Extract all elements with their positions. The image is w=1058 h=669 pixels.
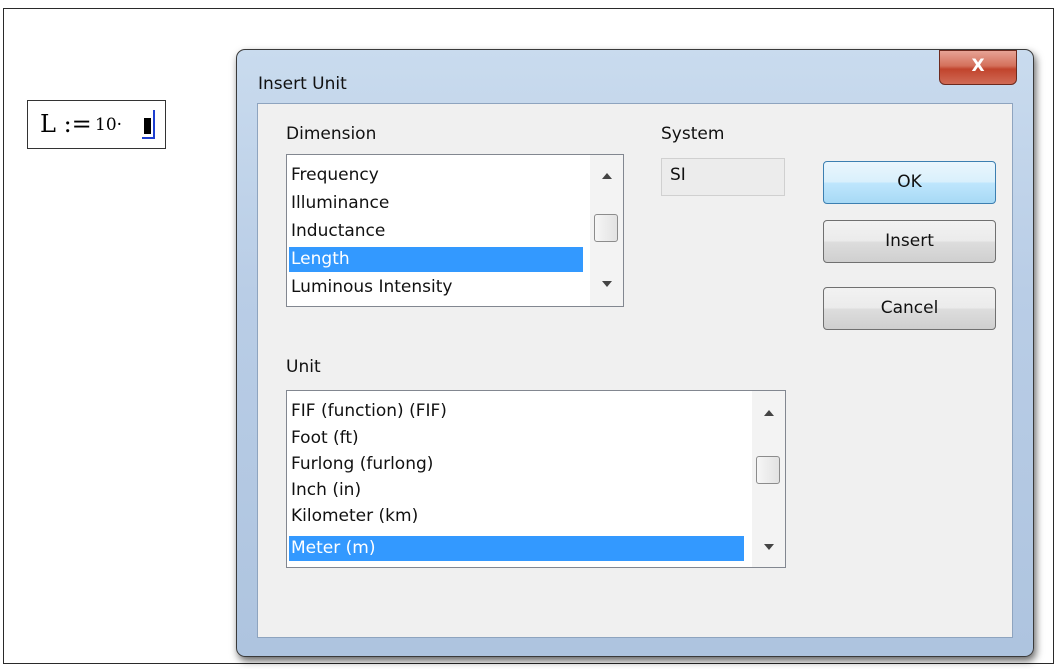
edit-cursor-underline — [142, 137, 155, 139]
scroll-down-icon[interactable] — [764, 544, 774, 550]
dimension-label: Dimension — [286, 124, 377, 144]
list-item[interactable]: Inductance — [291, 219, 385, 244]
cancel-button[interactable]: Cancel — [823, 287, 996, 330]
list-item[interactable]: Foot (ft) — [291, 426, 359, 451]
scroll-thumb[interactable] — [594, 214, 618, 242]
unit-listbox[interactable]: FIF (function) (FIF) Foot (ft) Furlong (… — [286, 390, 786, 568]
list-item[interactable]: Frequency — [291, 163, 379, 188]
list-item[interactable]: Kilometer (km) — [291, 504, 418, 529]
close-button[interactable]: X — [939, 50, 1017, 85]
math-lhs: L := — [40, 110, 92, 138]
placeholder[interactable] — [144, 118, 151, 134]
system-field: SI — [661, 158, 785, 196]
list-item[interactable]: Illuminance — [291, 191, 389, 216]
list-item[interactable]: Luminous Intensity — [291, 275, 452, 300]
scroll-up-icon[interactable] — [602, 173, 612, 179]
scroll-up-icon[interactable] — [764, 410, 774, 416]
list-item[interactable]: Furlong (furlong) — [291, 452, 433, 477]
list-item-selected[interactable]: Length — [289, 247, 583, 272]
system-label: System — [661, 124, 725, 144]
dimension-listbox[interactable]: Frequency Illuminance Inductance Length … — [286, 154, 624, 307]
insert-button[interactable]: Insert — [823, 220, 996, 263]
system-value: SI — [670, 165, 686, 185]
math-region[interactable]: L := 10· — [27, 100, 166, 149]
unit-label: Unit — [286, 357, 321, 377]
scroll-down-icon[interactable] — [602, 281, 612, 287]
dimension-scrollbar[interactable] — [590, 155, 623, 306]
insert-unit-dialog: Insert Unit X Dimension Frequency Illumi… — [236, 49, 1034, 657]
dialog-title: Insert Unit — [258, 74, 347, 94]
unit-scrollbar[interactable] — [752, 391, 785, 567]
list-item[interactable]: Inch (in) — [291, 478, 361, 503]
close-icon: X — [971, 56, 985, 76]
scroll-thumb[interactable] — [756, 456, 780, 484]
list-item[interactable]: FIF (function) (FIF) — [291, 399, 447, 424]
list-item-selected[interactable]: Meter (m) — [289, 536, 744, 561]
ok-button[interactable]: OK — [823, 161, 996, 204]
edit-cursor — [153, 110, 155, 138]
dialog-body: Dimension Frequency Illuminance Inductan… — [257, 103, 1013, 638]
math-rhs: 10· — [95, 115, 123, 135]
